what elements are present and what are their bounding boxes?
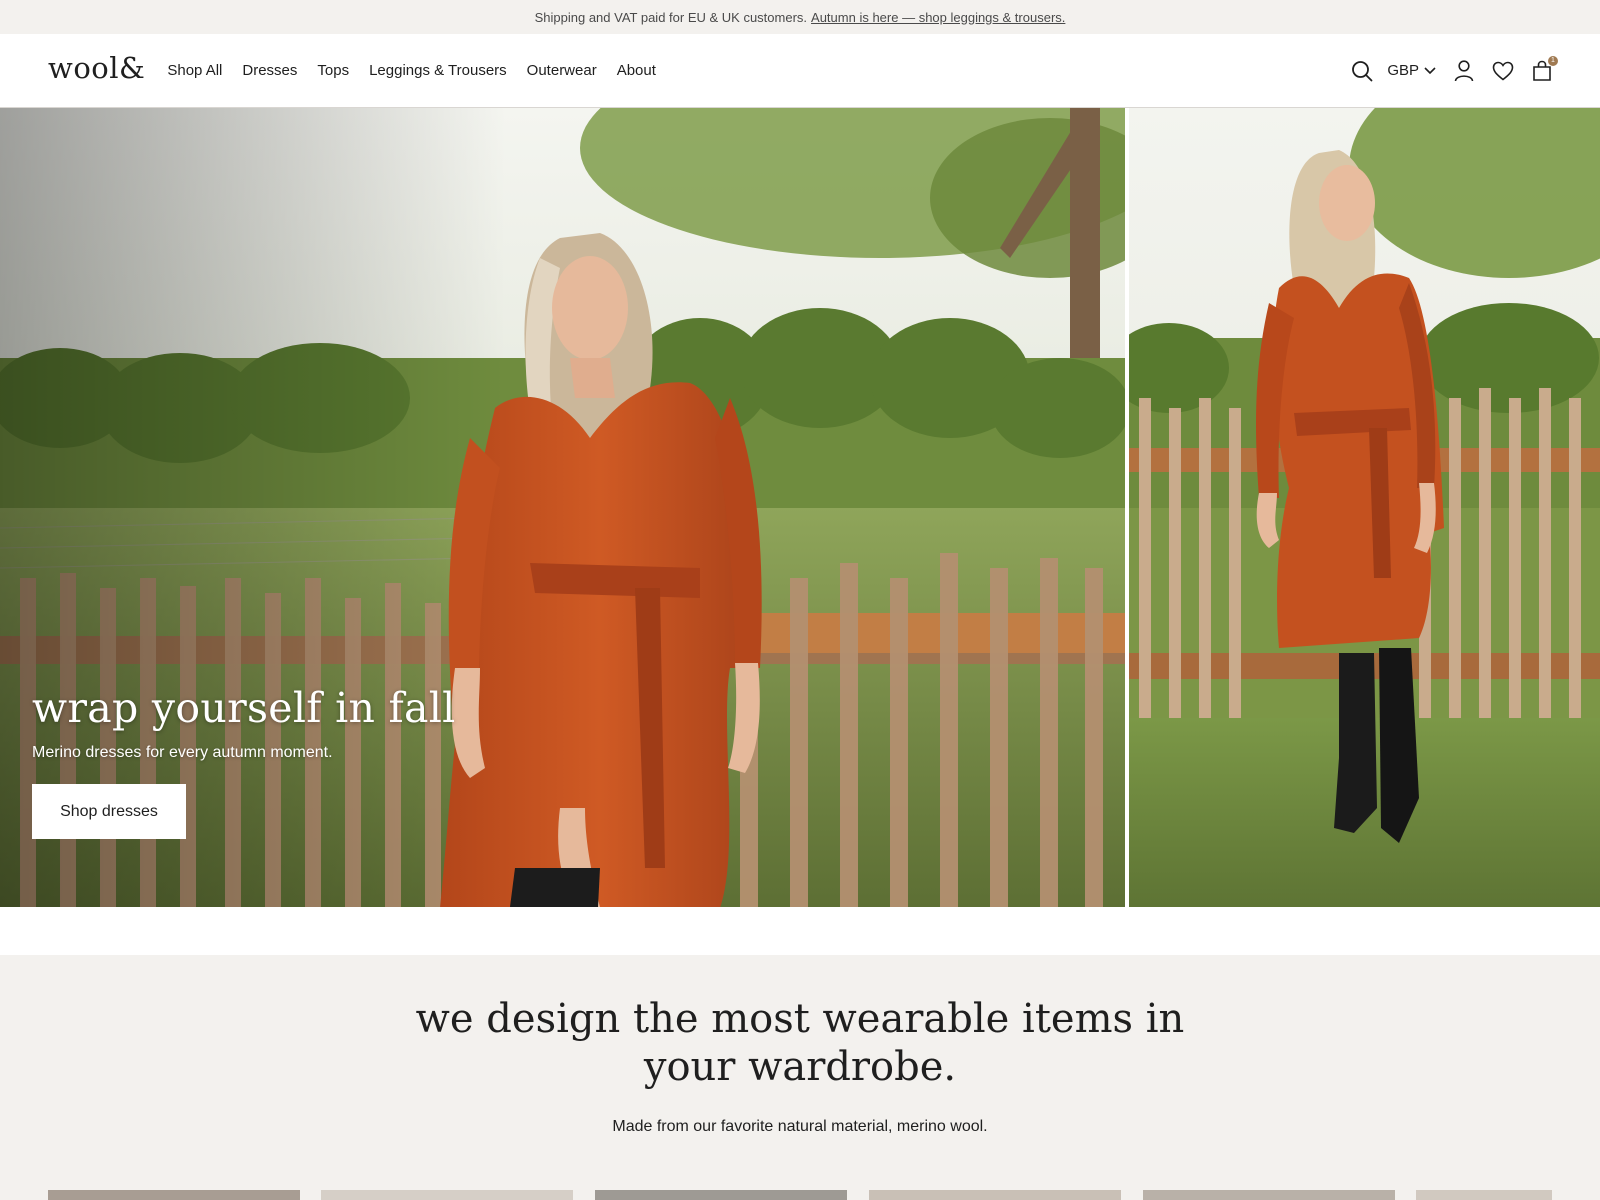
product-tiles-strip [48,1190,1552,1200]
cart-count-badge: 1 [1548,55,1558,66]
nav-tops[interactable]: Tops [317,62,349,79]
product-tile[interactable] [1143,1190,1395,1200]
brand-intro-section: we design the most wearable items in you… [0,955,1600,1200]
currency-selector[interactable]: GBP [1387,62,1436,79]
product-tile[interactable] [1416,1190,1552,1200]
section-title: we design the most wearable items in you… [415,996,1185,1090]
hero-title: wrap yourself in fall [32,684,456,732]
hero-image-right [1129,108,1600,907]
nav-shop-all[interactable]: Shop All [167,62,222,79]
hero-banner: wrap yourself in fall Merino dresses for… [0,108,1600,907]
logo[interactable]: wool& [48,51,145,85]
announcement-bar: Shipping and VAT paid for EU & UK custom… [0,0,1600,34]
product-tile[interactable] [48,1190,300,1200]
product-tile[interactable] [321,1190,573,1200]
nav-leggings-trousers[interactable]: Leggings & Trousers [369,62,507,79]
hero-subtitle: Merino dresses for every autumn moment. [32,744,333,761]
heart-icon[interactable] [1492,61,1514,81]
main-nav: Shop All Dresses Tops Leggings & Trouser… [167,62,676,79]
nav-dresses[interactable]: Dresses [242,62,297,79]
currency-label: GBP [1387,62,1419,79]
announcement-text: Shipping and VAT paid for EU & UK custom… [534,9,808,25]
section-subtitle: Made from our favorite natural material,… [612,1118,988,1135]
nav-outerwear[interactable]: Outerwear [527,62,597,79]
user-icon[interactable] [1454,59,1474,82]
hero-content: wrap yourself in fall Merino dresses for… [32,684,456,839]
shop-dresses-button[interactable]: Shop dresses [32,784,186,839]
nav-about[interactable]: About [617,62,656,79]
announcement-link[interactable]: Autumn is here — shop leggings & trouser… [811,10,1065,25]
chevron-down-icon [1424,66,1436,74]
site-header: wool& Shop All Dresses Tops Leggings & T… [0,34,1600,108]
product-tile[interactable] [869,1190,1121,1200]
product-tile[interactable] [595,1190,847,1200]
header-utilities: GBP 1 [1351,55,1558,82]
bag-icon[interactable]: 1 [1532,55,1558,82]
search-icon[interactable] [1351,60,1373,82]
